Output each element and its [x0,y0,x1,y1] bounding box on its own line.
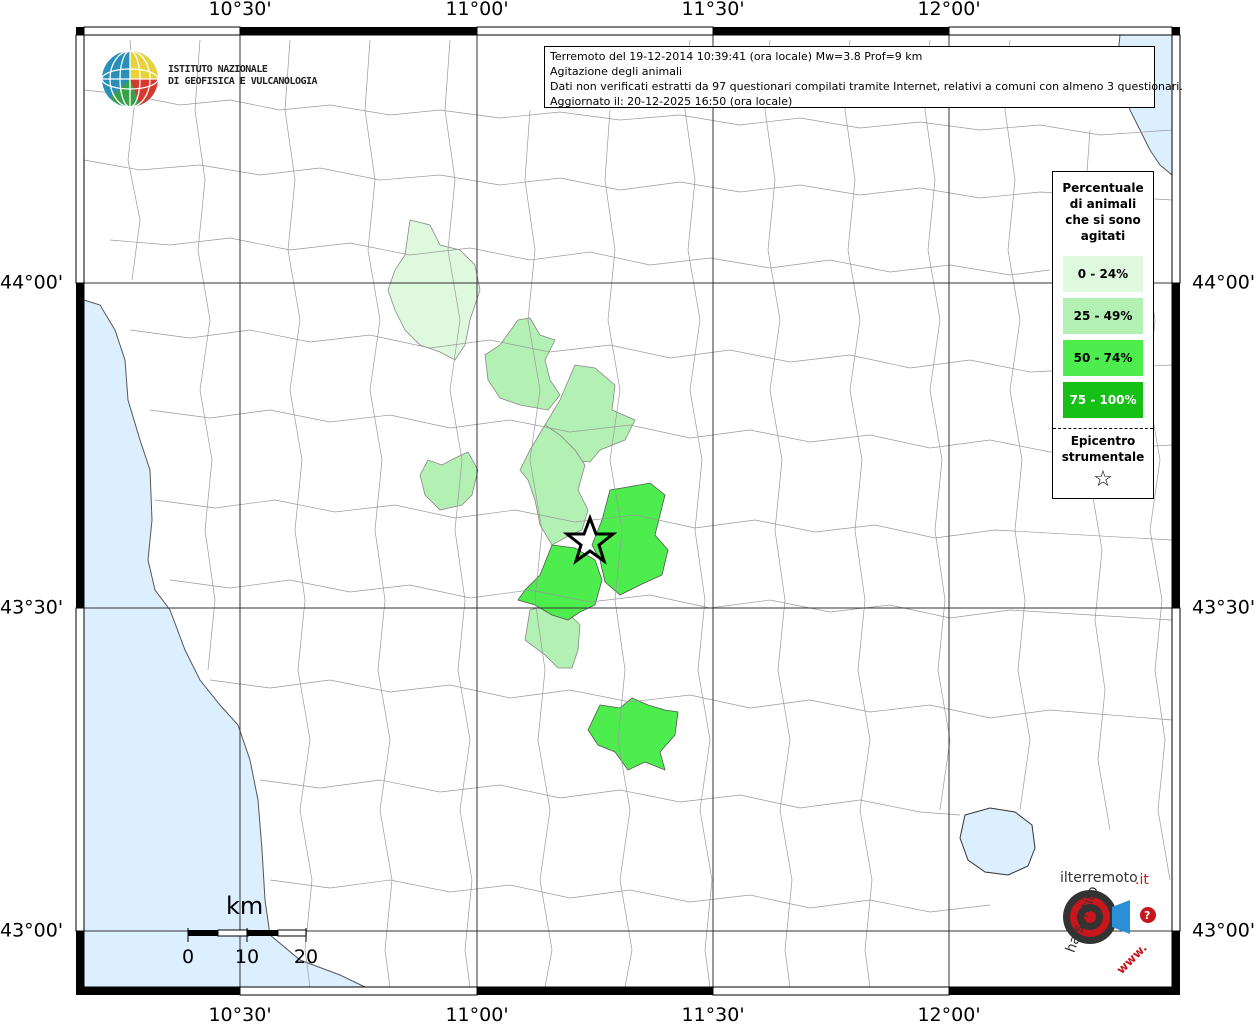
legend-class-2: 50 - 74% [1063,340,1143,376]
globe-icon [101,50,159,108]
legend-title-line: di animali [1069,197,1137,211]
municipality-class-2-b [517,544,603,621]
legend-class-0: 0 - 24% [1063,256,1143,292]
lon-label-top: 10°30' [208,0,272,20]
scale-label: 0 [181,946,195,968]
lat-label-right: 43°30' [1192,596,1256,619]
legend-star-icon: ☆ [1093,467,1113,492]
lake [959,807,1036,876]
lon-label-bottom: 11°00' [445,1004,509,1026]
scale-bar: km 0 10 20 [178,890,318,970]
legend-title-line: agitati [1080,229,1126,243]
municipality-class-1-d [419,451,479,511]
legend-epicenter-line: strumentale [1061,450,1145,464]
scale-label: 10 [234,946,260,968]
logo-line-1: ISTITUTO NAZIONALE [168,64,268,75]
lat-label-left: 43°00' [0,919,64,942]
updated-timestamp: Aggiornato il: 20-12-2025 16:50 (ora loc… [550,95,793,108]
haisentito-suffix: .it [1135,872,1149,888]
legend-class-1: 25 - 49% [1063,298,1143,334]
lon-label-bottom: 10°30' [208,1004,272,1026]
municipality-class-2-c [587,697,679,771]
event-title: Terremoto del 19-12-2014 10:39:41 (ora l… [550,50,923,63]
lat-label-left: 44°00' [0,271,64,294]
haisentito-www: www. [1114,941,1150,977]
legend-epicenter-label: Epicentro strumentale [1053,433,1153,465]
map-subject: Agitazione degli animali [550,65,683,78]
legend-divider [1053,428,1153,429]
ingv-logo: ISTITUTO NAZIONALE DI GEOFISICA E VULCAN… [100,46,330,110]
legend-title: Percentuale di animali che si sono agita… [1053,180,1153,244]
municipality-class-1-a [484,317,561,411]
municipality-class-2-a [591,482,669,596]
legend-title-line: Percentuale [1062,181,1144,195]
lon-label-bottom: 12°00' [917,1004,981,1026]
legend-class-3: 75 - 100% [1063,382,1143,418]
lon-label-top: 11°30' [681,0,745,20]
logo-line-2: DI GEOFISICA E VULCANOLOGIA [168,76,318,87]
event-info-box: Terremoto del 19-12-2014 10:39:41 (ora l… [544,46,1183,108]
lat-label-right: 44°00' [1192,271,1256,294]
lat-label-right: 43°00' [1192,919,1256,942]
data-note: Dati non verificati estratti da 97 quest… [550,80,1183,93]
legend: Percentuale di animali che si sono agita… [1052,171,1154,499]
legend-epicenter-line: Epicentro [1070,434,1136,448]
legend-title-line: che si sono [1065,213,1141,227]
lat-label-left: 43°30' [0,596,64,619]
sea-west [83,299,366,988]
lon-label-bottom: 11°30' [681,1004,745,1026]
haisentito-question: ? [1144,909,1150,922]
lon-label-top: 12°00' [917,0,981,20]
scale-bar-graphic [187,928,307,942]
municipality-class-0 [387,219,481,361]
haisentito-text-mid: ilterremoto [1060,870,1138,886]
scale-label: 20 [293,946,319,968]
haisentito-logo: ? haisentito ilterremoto .it www. [1030,862,1170,982]
haisentito-target-icon: ? haisentito ilterremoto .it www. [1060,870,1156,977]
scale-unit: km [226,892,264,920]
lon-label-top: 11°00' [445,0,509,20]
